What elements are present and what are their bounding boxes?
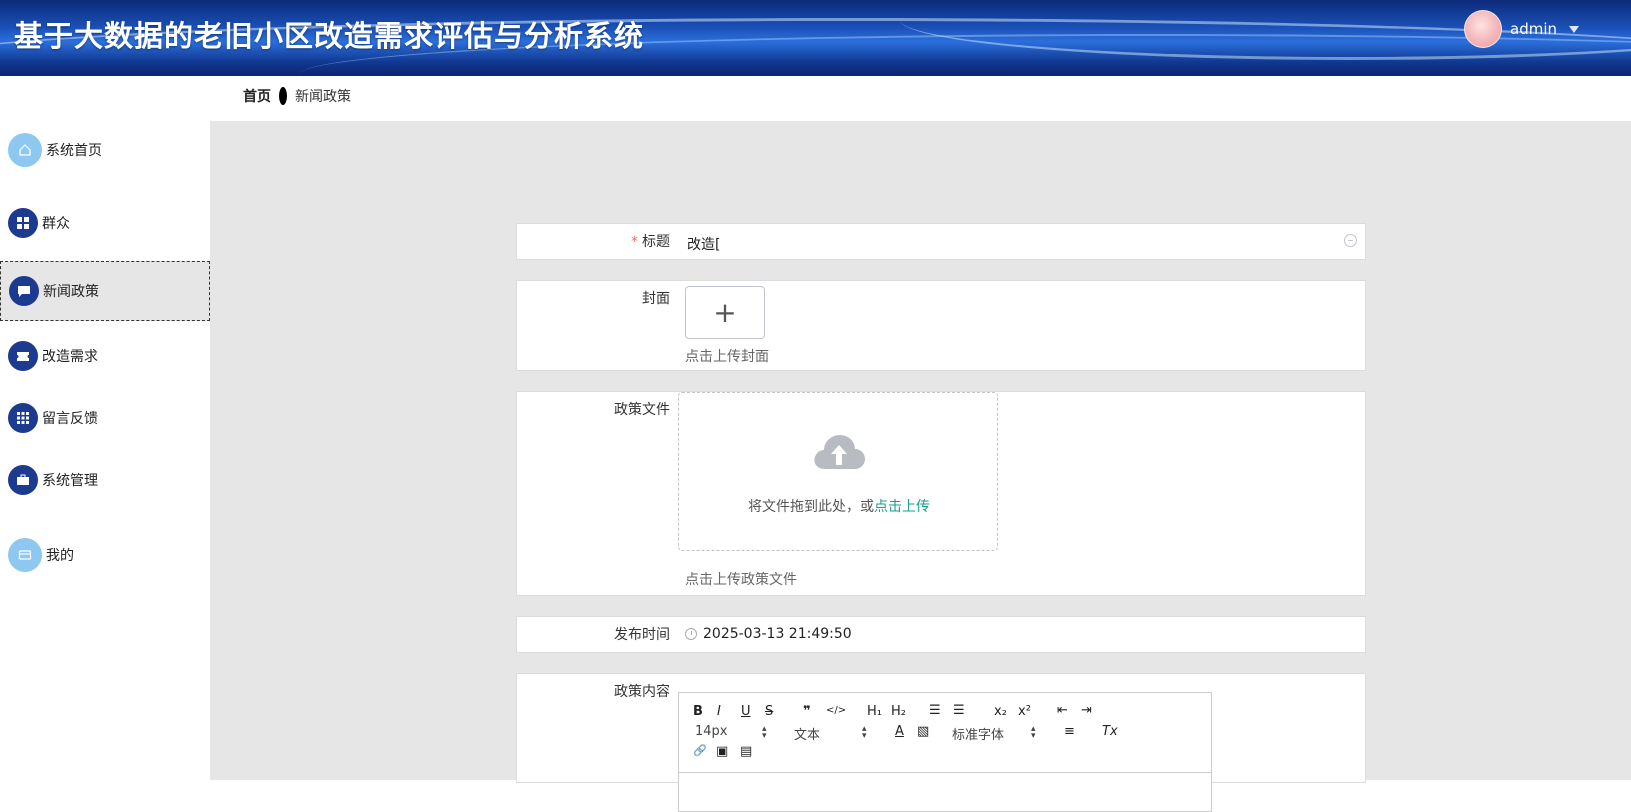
sidebar-item-residents[interactable]: 群众 — [0, 193, 210, 253]
bold-button[interactable]: B — [693, 704, 703, 719]
app-header: 基于大数据的老旧小区改造需求评估与分析系统 admin — [0, 0, 1631, 76]
home-icon — [8, 133, 42, 167]
upload-cloud-icon — [814, 435, 865, 469]
publish-time-row: 发布时间 2025-03-13 21:49:50 — [516, 616, 1366, 653]
clock-icon — [685, 628, 697, 640]
ordered-list-button[interactable]: ☰ — [929, 703, 941, 718]
sidebar: 系统首页 群众 新闻政策 改造需求 留言反馈 系统管理 我的 — [0, 123, 210, 780]
link-button[interactable]: 🔗 — [693, 744, 707, 757]
cover-hint: 点击上传封面 — [685, 349, 769, 365]
sidebar-item-label: 新闻政策 — [43, 284, 99, 300]
policy-file-row: 政策文件 将文件拖到此处，或点击上传 点击上传政策文件 — [516, 391, 1366, 596]
indent-button[interactable]: ⇥ — [1081, 703, 1092, 718]
clear-icon[interactable] — [1344, 234, 1357, 247]
header-select[interactable]: 文本 — [794, 724, 820, 743]
strike-button[interactable]: S — [765, 704, 773, 719]
avatar[interactable] — [1464, 10, 1502, 48]
app-title: 基于大数据的老旧小区改造需求评估与分析系统 — [14, 19, 645, 53]
policy-content-row: 政策内容 B I U S ❞ </> H₁ H₂ ☰ ☰ x₂ x² ⇤ ⇥ 1… — [516, 673, 1366, 812]
sidebar-item-home[interactable]: 系统首页 — [0, 120, 210, 180]
card-icon — [8, 538, 42, 572]
background-color-button[interactable]: ▧ — [917, 724, 929, 739]
caret-down-icon[interactable] — [1569, 25, 1579, 33]
code-block-button[interactable]: </> — [826, 705, 846, 716]
sidebar-item-mine[interactable]: 我的 — [0, 525, 210, 585]
publish-time-label: 发布时间 — [614, 627, 670, 643]
bullet-list-button[interactable]: ☰ — [953, 703, 965, 718]
subscript-button[interactable]: x₂ — [994, 704, 1007, 719]
cover-row: 封面 + 点击上传封面 — [516, 280, 1366, 371]
size-select[interactable]: 14px — [695, 724, 728, 739]
drop-zone-text: 将文件拖到此处，或 — [748, 499, 874, 515]
cover-upload-button[interactable]: + — [685, 286, 765, 339]
breadcrumb-separator-icon — [279, 87, 287, 105]
editor-toolbar: B I U S ❞ </> H₁ H₂ ☰ ☰ x₂ x² ⇤ ⇥ 14px ▴… — [679, 693, 1211, 773]
file-drop-zone[interactable]: 将文件拖到此处，或点击上传 — [678, 392, 998, 551]
plus-icon: + — [713, 296, 737, 329]
title-label: * 标题 — [631, 234, 670, 250]
sidebar-item-system-management[interactable]: 系统管理 — [0, 450, 210, 510]
cover-label: 封面 — [642, 291, 670, 307]
policy-file-label: 政策文件 — [614, 402, 670, 418]
align-button[interactable]: ≡ — [1064, 724, 1075, 739]
policy-content-label: 政策内容 — [614, 684, 670, 700]
sidebar-item-label: 我的 — [46, 548, 74, 564]
sidebar-item-label: 系统管理 — [42, 473, 98, 489]
header-select-arrows-icon: ▴ ▾ — [862, 724, 867, 741]
header2-button[interactable]: H₂ — [891, 704, 906, 719]
underline-button[interactable]: U — [741, 704, 751, 719]
grid-icon — [8, 208, 38, 238]
sidebar-item-feedback[interactable]: 留言反馈 — [0, 388, 210, 448]
breadcrumb-home[interactable]: 首页 — [243, 86, 271, 106]
publish-time-value[interactable]: 2025-03-13 21:49:50 — [703, 626, 852, 642]
blockquote-button[interactable]: ❞ — [803, 704, 811, 719]
briefcase-icon — [8, 465, 38, 495]
click-upload-link[interactable]: 点击上传 — [874, 499, 930, 515]
breadcrumb: 首页 新闻政策 — [243, 86, 351, 106]
sidebar-item-label: 系统首页 — [46, 143, 102, 159]
outdent-button[interactable]: ⇤ — [1057, 703, 1068, 718]
message-icon — [9, 276, 39, 306]
sidebar-item-label: 留言反馈 — [42, 411, 98, 427]
publish-time-picker[interactable]: 2025-03-13 21:49:50 — [685, 626, 852, 642]
clean-format-button[interactable]: Tx — [1102, 724, 1118, 739]
sidebar-item-label: 改造需求 — [42, 349, 98, 365]
sidebar-item-renovation-demand[interactable]: 改造需求 — [0, 326, 210, 386]
video-button[interactable]: ▤ — [740, 744, 752, 759]
font-select[interactable]: 标准字体 — [952, 724, 1004, 743]
title-input[interactable]: 改造[ — [687, 234, 720, 254]
username[interactable]: admin — [1510, 20, 1557, 38]
breadcrumb-current: 新闻政策 — [295, 89, 351, 105]
user-menu[interactable]: admin — [1464, 10, 1579, 48]
superscript-button[interactable]: x² — [1018, 704, 1031, 719]
apps-icon — [8, 403, 38, 433]
font-select-arrows-icon: ▴ ▾ — [1031, 724, 1036, 741]
image-button[interactable]: ▣ — [716, 744, 728, 759]
policy-file-hint: 点击上传政策文件 — [685, 572, 797, 588]
title-row: * 标题 改造[ — [516, 223, 1366, 260]
italic-button[interactable]: I — [717, 704, 721, 719]
sidebar-item-news-policy[interactable]: 新闻政策 — [0, 261, 210, 321]
rich-text-editor: B I U S ❞ </> H₁ H₂ ☰ ☰ x₂ x² ⇤ ⇥ 14px ▴… — [678, 692, 1212, 812]
font-color-button[interactable]: A — [895, 724, 904, 739]
header1-button[interactable]: H₁ — [867, 704, 882, 719]
sidebar-item-label: 群众 — [42, 216, 70, 232]
ticket-icon — [8, 341, 38, 371]
size-select-arrows-icon: ▴ ▾ — [762, 724, 767, 741]
